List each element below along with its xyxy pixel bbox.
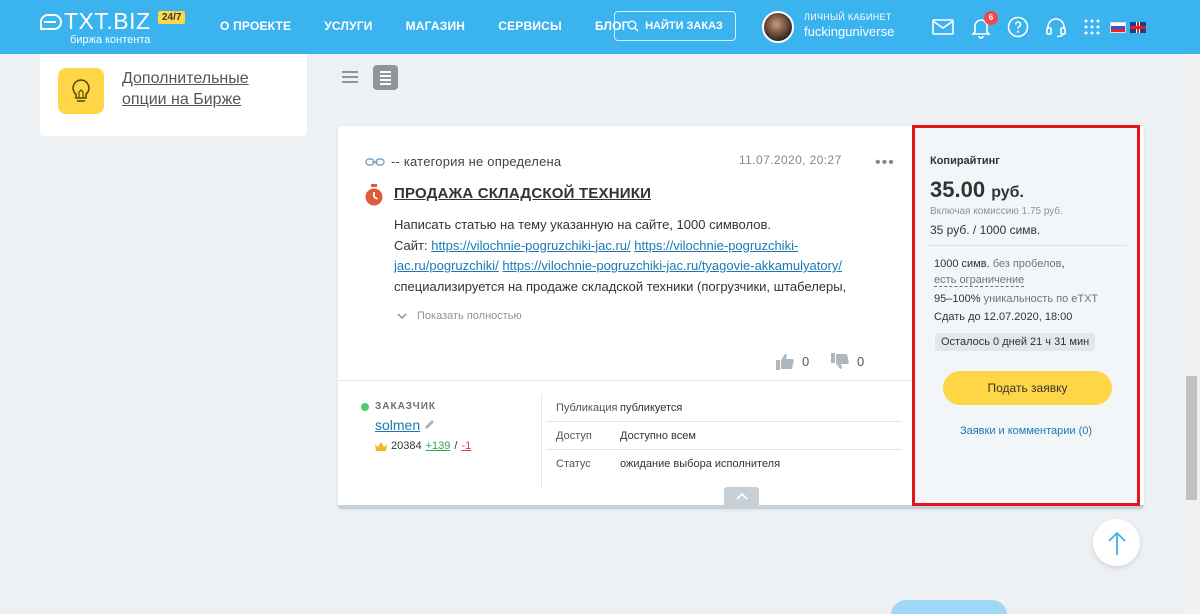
logo-e-icon (40, 13, 62, 30)
logo-badge: 24/7 (158, 11, 186, 24)
divider (338, 380, 912, 381)
category-label: -- категория не определена (391, 154, 562, 169)
show-more-label: Показать полностью (417, 310, 522, 322)
limit-link[interactable]: есть ограничение (934, 274, 1025, 287)
grid-icon[interactable] (1080, 15, 1104, 39)
rating-value: 20384 (391, 440, 422, 452)
nav-about[interactable]: О ПРОЕКТЕ (220, 19, 291, 33)
like-button[interactable]: 0 (776, 353, 809, 370)
headset-icon[interactable] (1044, 15, 1068, 39)
customer-rating: 20384 +139 / -1 (375, 440, 471, 452)
sidebar-promo-card: Дополнительные опции на Бирже (40, 54, 307, 136)
pencil-icon (425, 420, 434, 429)
vertical-divider (541, 394, 542, 488)
bulb-icon (58, 68, 104, 114)
scroll-to-top-button[interactable] (1093, 519, 1140, 566)
avatar[interactable] (762, 11, 794, 43)
show-more-button[interactable]: Показать полностью (397, 310, 522, 322)
chevron-down-icon (397, 313, 407, 319)
price-currency: руб. (991, 184, 1024, 201)
task-title[interactable]: ПРОДАЖА СКЛАДСКОЙ ТЕХНИКИ (394, 185, 651, 202)
commission-note: Включая комиссию 1.75 руб. (930, 206, 1063, 217)
find-order-label: НАЙТИ ЗАКАЗ (645, 20, 723, 32)
link-icon (365, 157, 385, 166)
online-indicator (361, 402, 369, 411)
dislike-button[interactable]: 0 (831, 353, 864, 370)
price-value: 35.00 (930, 177, 986, 202)
site-label: Сайт: (394, 237, 432, 253)
help-icon[interactable] (1006, 15, 1030, 39)
info-row-status: Статус ожидание выбора исполнителя (556, 458, 781, 470)
description-line: Написать статью на тему указанную на сай… (394, 217, 771, 232)
nav-shop[interactable]: МАГАЗИН (406, 19, 466, 33)
cabinet-link[interactable]: ЛИЧНЫЙ КАБИНЕТ fuckinguniverse (804, 12, 894, 39)
customer-name-link[interactable]: solmen (375, 417, 420, 433)
chars-line: 1000 симв. без пробелов, (934, 258, 1065, 270)
task-type: Копирайтинг (930, 155, 1000, 167)
mail-icon[interactable] (931, 15, 955, 39)
site-link[interactable]: https://vilochnie-pogruzchiki-jac.ru/tya… (502, 258, 842, 273)
limit-line: есть ограничение (934, 274, 1025, 287)
task-description: Написать статью на тему указанную на сай… (394, 215, 854, 297)
task-price: 35.00 руб. (930, 177, 1024, 203)
username: fuckinguniverse (804, 24, 895, 39)
arrow-up-icon (1107, 531, 1126, 555)
price-panel: Копирайтинг 35.00 руб. Включая комиссию … (912, 125, 1140, 506)
floating-button[interactable] (891, 600, 1007, 614)
top-header: TXT.BIZ 24/7 биржа контента О ПРОЕКТЕ УС… (0, 0, 1200, 54)
cabinet-label: ЛИЧНЫЙ КАБИНЕТ (804, 12, 892, 22)
crown-icon (375, 441, 387, 451)
logo[interactable]: TXT.BIZ 24/7 биржа контента (40, 8, 186, 46)
collapse-button[interactable] (724, 487, 759, 505)
card-view-button[interactable] (373, 65, 398, 90)
positive-reviews-link[interactable]: +139 (426, 440, 451, 452)
list-view-icon[interactable] (342, 70, 358, 84)
extra-options-link[interactable]: Дополнительные опции на Бирже (122, 68, 272, 110)
flag-uk-icon[interactable] (1130, 22, 1146, 33)
scrollbar-thumb[interactable] (1186, 376, 1197, 500)
main-nav: О ПРОЕКТЕ УСЛУГИ МАГАЗИН СЕРВИСЫ БЛОГ (220, 19, 662, 33)
task-date: 11.07.2020, 20:27 (739, 153, 842, 167)
info-row-access: Доступ Доступно всем (546, 422, 902, 450)
description-tail: специализируется на продаже складской те… (394, 278, 847, 294)
chevron-up-icon (735, 492, 748, 500)
more-options-icon[interactable]: ••• (875, 154, 895, 172)
apply-button[interactable]: Подать заявку (943, 371, 1112, 405)
price-rate: 35 руб. / 1000 симв. (930, 223, 1041, 237)
timer-icon (365, 184, 383, 206)
category-row: -- категория не определена (365, 154, 561, 169)
notifications-badge: 6 (984, 11, 998, 25)
uniqueness-line: 95–100% уникальность по eTXT (934, 293, 1099, 305)
task-info-table: Публикация публикуется Доступ Доступно в… (546, 394, 902, 478)
likes-count: 0 (802, 354, 810, 369)
thumbs-up-icon (776, 354, 794, 370)
description-links: Сайт: https://vilochnie-pogruzchiki-jac.… (394, 236, 854, 277)
dislikes-count: 0 (857, 354, 865, 369)
card-view-icon (380, 71, 391, 85)
scrollbar-track[interactable] (1183, 54, 1200, 614)
comments-link[interactable]: Заявки и комментарии (0) (915, 425, 1137, 437)
thumbs-down-icon (831, 353, 849, 369)
logo-text: TXT.BIZ (64, 8, 151, 34)
deadline: Сдать до 12.07.2020, 18:00 (934, 311, 1073, 323)
search-icon (627, 20, 639, 32)
customer-label: ЗАКАЗЧИК (361, 401, 436, 412)
divider (927, 245, 1127, 246)
time-left-badge: Осталось 0 дней 21 ч 31 мин (935, 333, 1096, 351)
site-link[interactable]: https://vilochnie-pogruzchiki-jac.ru/ (431, 238, 630, 253)
nav-services[interactable]: УСЛУГИ (324, 19, 372, 33)
rating-separator: / (454, 440, 458, 452)
logo-subtitle: биржа контента (70, 34, 151, 46)
info-row-publication: Публикация публикуется (546, 394, 902, 422)
find-order-button[interactable]: НАЙТИ ЗАКАЗ (614, 11, 736, 41)
nav-tools[interactable]: СЕРВИСЫ (498, 19, 562, 33)
flag-ru-icon[interactable] (1110, 22, 1126, 33)
negative-reviews-link[interactable]: -1 (461, 440, 471, 452)
